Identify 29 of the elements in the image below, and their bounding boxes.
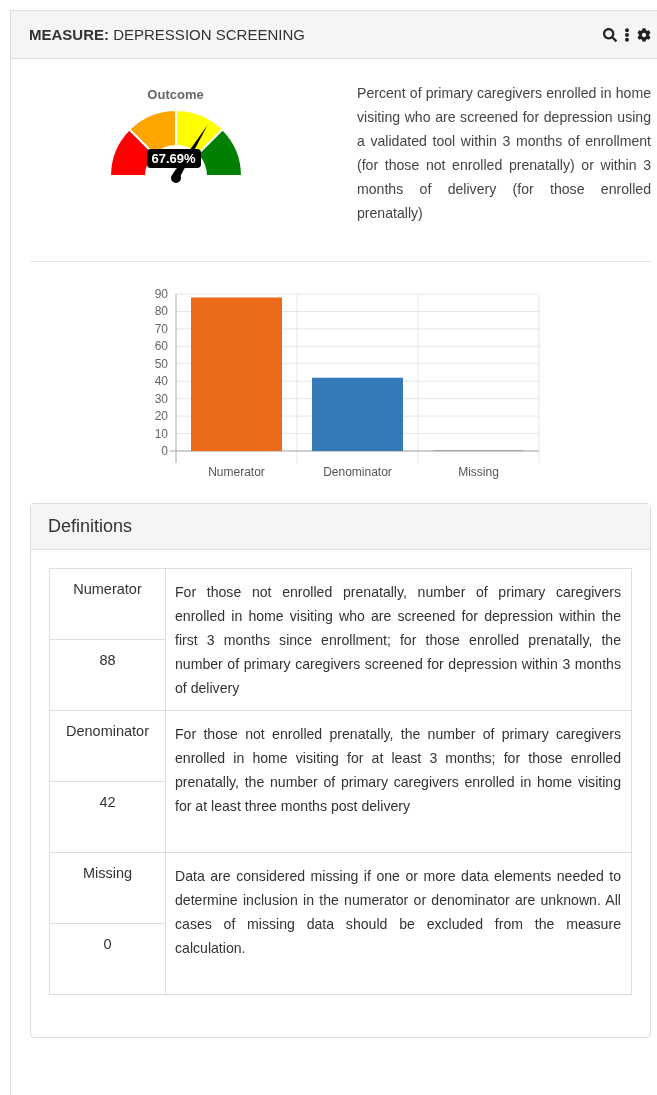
- y-tick-label: 40: [154, 374, 168, 389]
- definition-cell: For those not enrolled prenatally, number of primary caregivers enrolled in home visiting who are screened for depression within the first 3 months since enrollment; for those enrolled prenatally, the number of primary caregivers screened for depression within 3 months of delivery: [165, 568, 632, 711]
- y-tick-label: 50: [154, 356, 168, 371]
- x-axis-label: Numerator: [207, 465, 265, 479]
- x-axis-label: Missing: [457, 465, 499, 479]
- definition-cell: For those not enrolled prenatally, the number of primary caregivers enrolled in home visiting for at least 3 months; for those enrolled prenatally, the number of primary caregivers enrolled in home visiting for at least three months post delivery: [165, 710, 632, 853]
- x-axis-label: Denominator: [322, 465, 392, 479]
- y-tick-label: 80: [154, 304, 168, 319]
- term-cell: Missing: [49, 852, 166, 924]
- panel-title: MEASURE: DEPRESSION SCREENING: [29, 26, 305, 43]
- gauge-title: Outcome: [147, 87, 204, 102]
- definition-cell: Data are considered missing if one or more data elements needed to determine inclusion in the numerator or denominator are unknown. All cases of missing data should be excluded from the measure calculation.: [165, 852, 632, 995]
- y-tick-label: 90: [154, 287, 168, 301]
- search-icon[interactable]: [603, 27, 617, 42]
- y-tick-label: 20: [154, 409, 168, 424]
- term-cell: Numerator: [49, 568, 166, 640]
- gauge-reading: 67.69%: [146, 149, 201, 168]
- count-cell: 0: [49, 923, 166, 995]
- y-tick-label: 30: [154, 391, 168, 406]
- y-tick-label: 10: [154, 426, 168, 441]
- settings-icon[interactable]: [637, 27, 651, 42]
- count-cell: 88: [49, 639, 166, 711]
- definitions-title: Definitions: [31, 504, 650, 550]
- y-tick-label: 60: [154, 339, 168, 354]
- measure-description: Percent of primary caregivers enrolled in home visiting who are screened for depression using a validated tool within 3 months of enrollment (for those not enrolled prenatally) or within 3 months of delivery (for those enrolled prenatally): [357, 84, 651, 223]
- count-cell: 42: [49, 781, 166, 853]
- y-tick-label: 70: [154, 321, 168, 336]
- y-tick-label: 0: [160, 444, 168, 458]
- term-cell: Denominator: [49, 710, 166, 782]
